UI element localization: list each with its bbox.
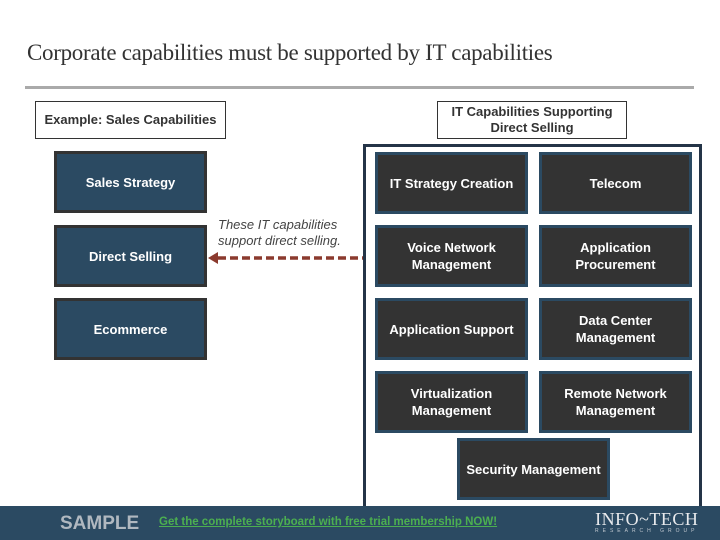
- it-capability-virtualization: Virtualization Management: [375, 371, 528, 433]
- it-capability-strategy-creation: IT Strategy Creation: [375, 152, 528, 214]
- it-capability-app-procurement: Application Procurement: [539, 225, 692, 287]
- logo-main-text: INFO~TECH: [595, 509, 699, 529]
- it-capability-remote-network: Remote Network Management: [539, 371, 692, 433]
- sample-label: SAMPLE: [60, 513, 140, 534]
- it-capability-security: Security Management: [457, 438, 610, 500]
- title-divider: [25, 86, 694, 89]
- it-capabilities-container: IT Strategy Creation Telecom Voice Netwo…: [363, 144, 702, 514]
- it-capabilities-label: IT Capabilities Supporting Direct Sellin…: [437, 101, 627, 139]
- it-capability-app-support: Application Support: [375, 298, 528, 360]
- it-capability-data-center: Data Center Management: [539, 298, 692, 360]
- page-title: Corporate capabilities must be supported…: [27, 40, 553, 65]
- logo-sub-text: RESEARCH GROUP: [595, 528, 699, 534]
- it-capability-telecom: Telecom: [539, 152, 692, 214]
- sales-capability-direct-selling: Direct Selling: [54, 225, 207, 287]
- dashed-arrow: [208, 252, 365, 264]
- trial-membership-link[interactable]: Get the complete storyboard with free tr…: [159, 516, 497, 528]
- sales-capabilities-label: Example: Sales Capabilities: [35, 101, 226, 139]
- sales-capability-sales-strategy: Sales Strategy: [54, 151, 207, 213]
- info-tech-logo: INFO~TECH RESEARCH GROUP: [595, 510, 699, 535]
- annotation-note: These IT capabilities support direct sel…: [218, 217, 341, 248]
- footer-banner: SAMPLE Get the complete storyboard with …: [0, 506, 720, 540]
- sales-capability-ecommerce: Ecommerce: [54, 298, 207, 360]
- it-capability-voice-network: Voice Network Management: [375, 225, 528, 287]
- arrow-head-icon: [208, 252, 218, 264]
